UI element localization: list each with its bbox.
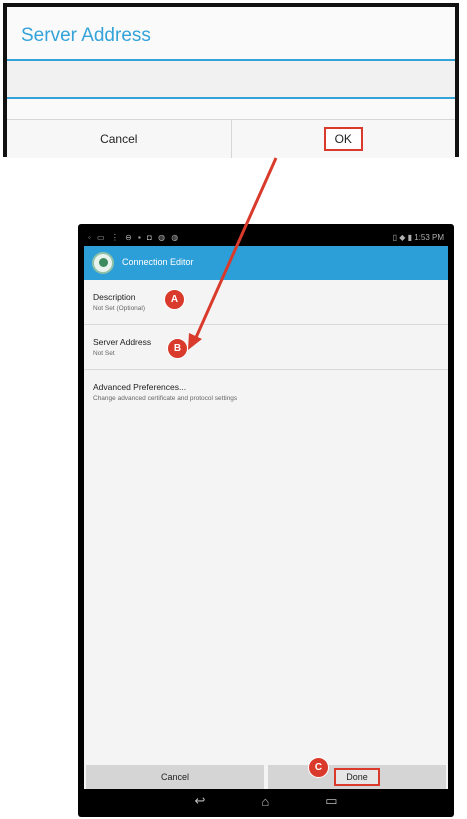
callout-arrow-head (188, 333, 202, 350)
callout-arrow-icon (188, 157, 278, 350)
callout-arrow-line (192, 157, 278, 343)
